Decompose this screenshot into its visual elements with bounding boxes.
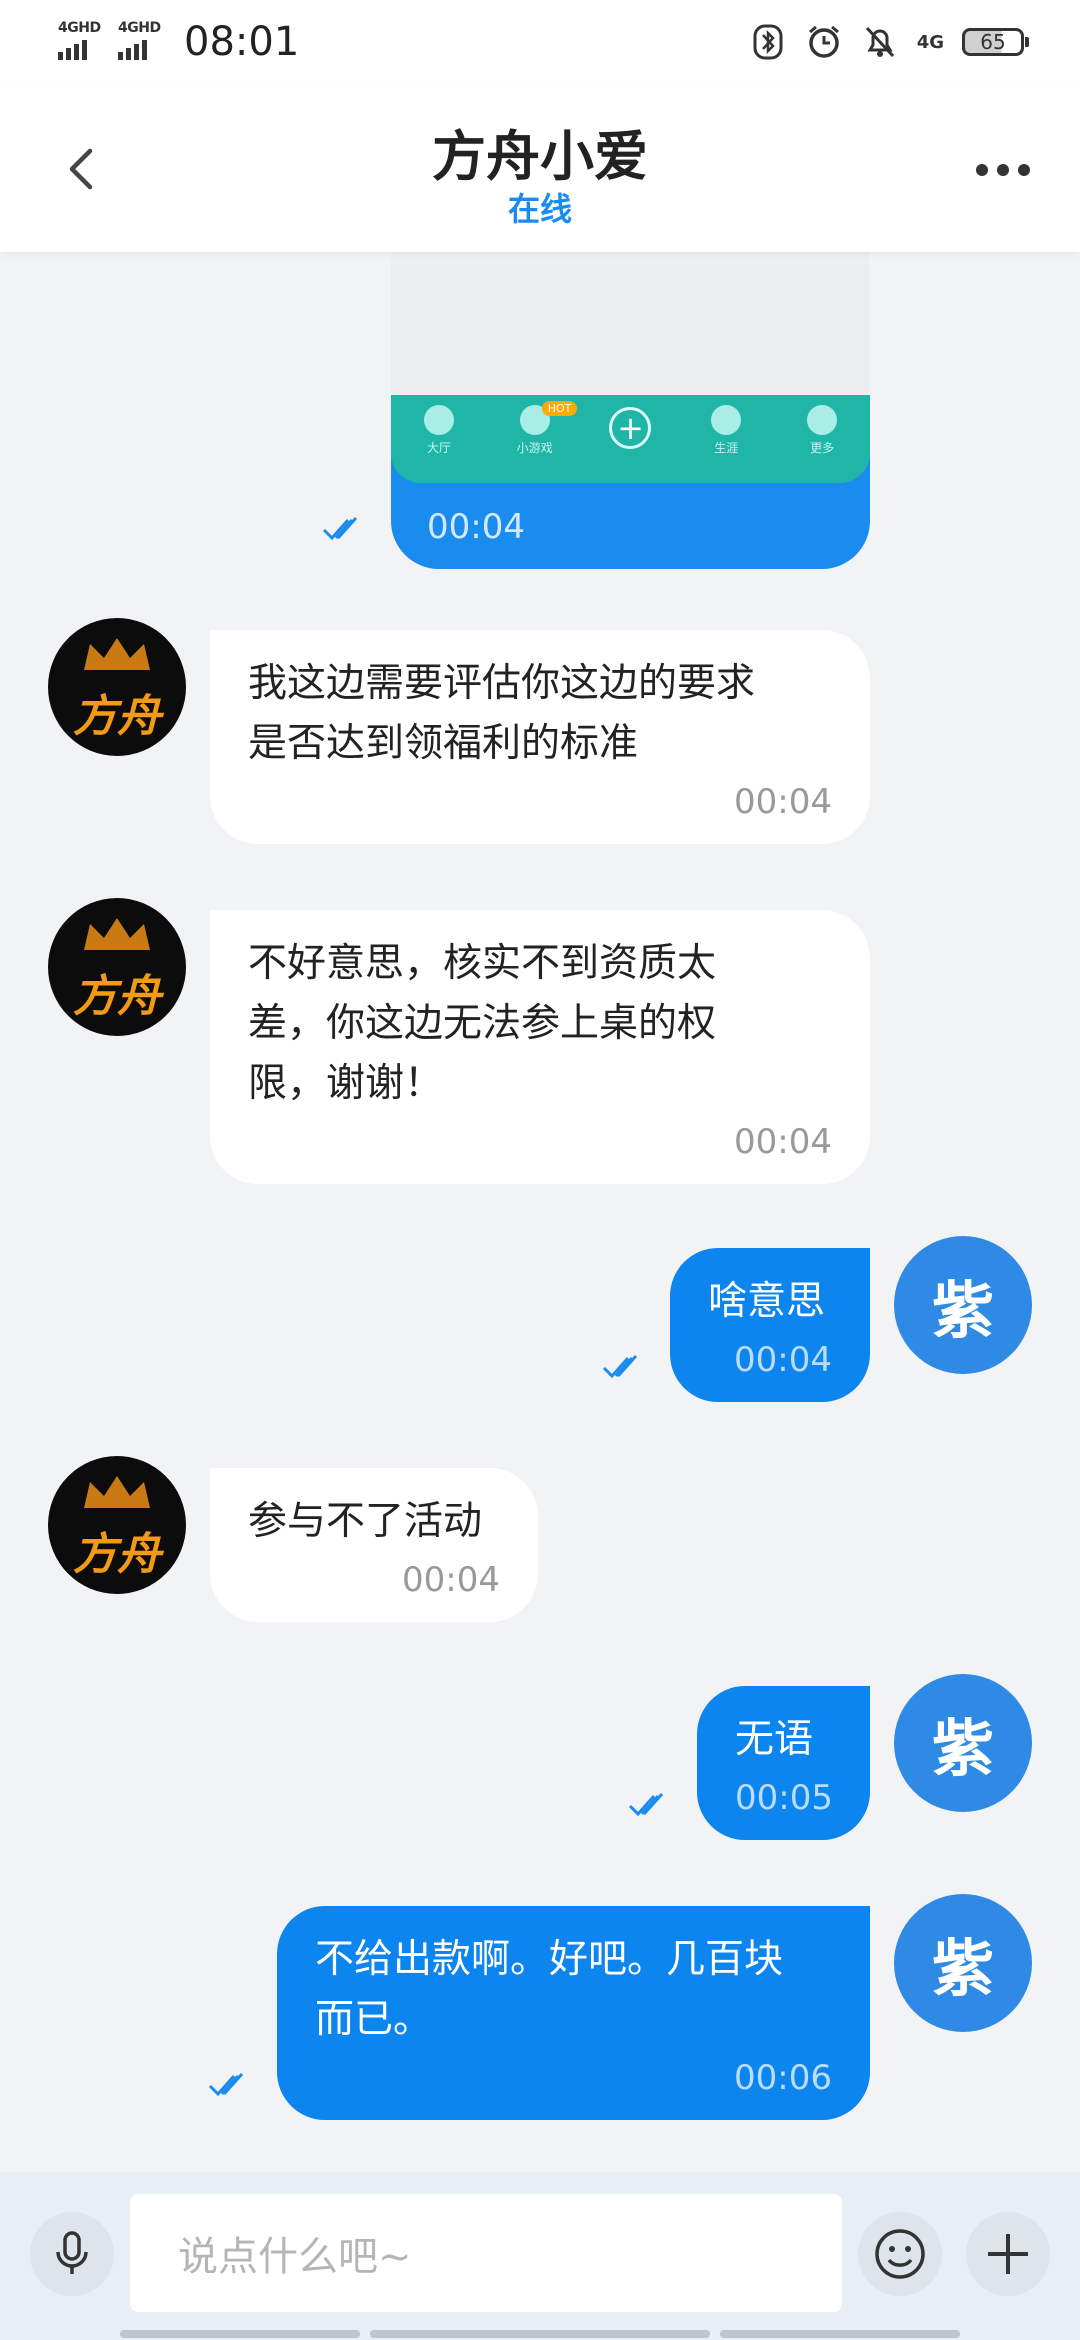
message-text: 不好意思，核实不到资质太 差，你这边无法参上桌的权 限，谢谢！	[248, 941, 717, 1106]
signal-label: 4GHD	[58, 20, 101, 36]
message-time: 00:06	[734, 2058, 832, 2098]
screenshot-tab: +	[595, 405, 665, 449]
message-time: 00:05	[735, 1778, 833, 1818]
screenshot-tab: 更多	[787, 405, 857, 456]
agent-avatar[interactable]: 方舟	[48, 898, 186, 1036]
network-type: 4G	[916, 31, 944, 53]
tab-label: 更多	[810, 441, 835, 455]
message-time: 00:04	[734, 1122, 832, 1162]
chat-header: 方舟小爱 在线	[0, 84, 1080, 252]
more-dot-icon	[997, 164, 1009, 176]
avatar-logo-text: 方舟	[73, 691, 161, 742]
message-text: 我这边需要评估你这边的要求 是否达到领福利的标准	[248, 661, 756, 766]
tab-label: 大厅	[426, 441, 451, 455]
signal-label: 4GHD	[118, 20, 161, 36]
avatar-logo-text: 方舟	[73, 1529, 161, 1580]
emoji-button[interactable]	[858, 2212, 942, 2296]
signal-icon: 4GHD	[58, 20, 104, 64]
message-text: 参与不了活动	[248, 1499, 483, 1544]
microphone-icon	[56, 2231, 88, 2274]
user-avatar[interactable]: 紫	[894, 1894, 1032, 2032]
lobby-icon	[423, 405, 454, 435]
crown-icon	[84, 1476, 150, 1508]
agent-avatar[interactable]: 方舟	[48, 618, 186, 756]
plus-icon	[988, 2234, 1028, 2274]
crown-icon	[84, 638, 150, 670]
message-bubble-outgoing[interactable]: 不给出款啊。好吧。几百块 而已。 00:06	[277, 1906, 870, 2120]
nav-segment	[370, 2330, 710, 2338]
message-text: 不给出款啊。好吧。几百块 而已。	[315, 1937, 784, 2042]
read-ticks-icon	[322, 514, 368, 544]
tab-label: 小游戏	[516, 441, 553, 455]
bluetooth-icon	[749, 23, 787, 61]
more-dot-icon	[976, 164, 988, 176]
screenshot-preview	[391, 252, 870, 395]
screenshot-tab-bar: 大厅 小游戏 HOT + 生涯 更多	[391, 395, 870, 483]
message-bubble-incoming[interactable]: 我这边需要评估你这边的要求 是否达到领福利的标准 00:04	[210, 630, 870, 844]
message-time: 00:04	[427, 507, 525, 547]
screenshot-tab: 大厅	[404, 405, 474, 456]
user-avatar[interactable]: 紫	[894, 1674, 1032, 1812]
status-bar: 4GHD 4GHD 08:01 4G 65	[0, 0, 1080, 84]
hot-badge: HOT	[541, 401, 578, 416]
screenshot-tab: 小游戏 HOT	[500, 401, 578, 456]
plus-icon: +	[609, 407, 652, 449]
input-bar: 说点什么吧~	[0, 2172, 1080, 2340]
clock: 08:01	[184, 19, 300, 65]
message-bubble-incoming[interactable]: 不好意思，核实不到资质太 差，你这边无法参上桌的权 限，谢谢！ 00:04	[210, 910, 870, 1184]
message-text: 啥意思	[708, 1279, 826, 1324]
read-ticks-icon	[628, 1790, 674, 1820]
online-status: 在线	[507, 190, 572, 228]
message-input[interactable]: 说点什么吧~	[130, 2194, 842, 2312]
message-time: 00:04	[402, 1560, 500, 1600]
message-bubble-outgoing[interactable]: 啥意思 00:04	[670, 1248, 870, 1402]
message-time: 00:04	[734, 782, 832, 822]
message-text: 无语	[735, 1717, 814, 1762]
signal-icon: 4GHD	[118, 20, 164, 64]
screenshot-tab: 生涯	[691, 405, 761, 456]
status-bar-right: 4G 65	[749, 23, 1029, 61]
voice-button[interactable]	[30, 2212, 114, 2296]
nav-segment	[720, 2330, 960, 2338]
battery-icon: 65	[962, 28, 1029, 56]
more-dot-icon	[1018, 164, 1030, 176]
status-bar-left: 4GHD 4GHD 08:01	[58, 19, 299, 65]
read-ticks-icon	[602, 1352, 648, 1382]
read-ticks-icon	[208, 2070, 254, 2100]
message-list[interactable]: 大厅 小游戏 HOT + 生涯 更多 00:04 方舟 我这边需要评估你这边的要求…	[0, 252, 1080, 2172]
nav-segment	[120, 2330, 360, 2338]
message-bubble-outgoing[interactable]: 无语 00:05	[697, 1686, 870, 1840]
emoji-icon	[875, 2229, 925, 2279]
battery-level: 65	[980, 30, 1006, 54]
tab-label: 生涯	[714, 441, 739, 455]
system-nav-bar	[120, 2330, 960, 2340]
more-button[interactable]	[976, 164, 1030, 176]
mute-bell-icon	[861, 23, 899, 61]
image-message[interactable]: 大厅 小游戏 HOT + 生涯 更多 00:04	[391, 252, 870, 569]
chat-title: 方舟小爱	[432, 125, 648, 188]
message-bubble-incoming[interactable]: 参与不了活动 00:04	[210, 1468, 538, 1622]
message-time: 00:04	[734, 1340, 832, 1380]
user-avatar[interactable]: 紫	[894, 1236, 1032, 1374]
profile-icon	[807, 405, 838, 435]
more-actions-button[interactable]	[966, 2212, 1050, 2296]
stats-icon	[711, 405, 742, 435]
crown-icon	[84, 918, 150, 950]
agent-avatar[interactable]: 方舟	[48, 1456, 186, 1594]
avatar-logo-text: 方舟	[73, 971, 161, 1022]
alarm-icon	[805, 23, 843, 61]
